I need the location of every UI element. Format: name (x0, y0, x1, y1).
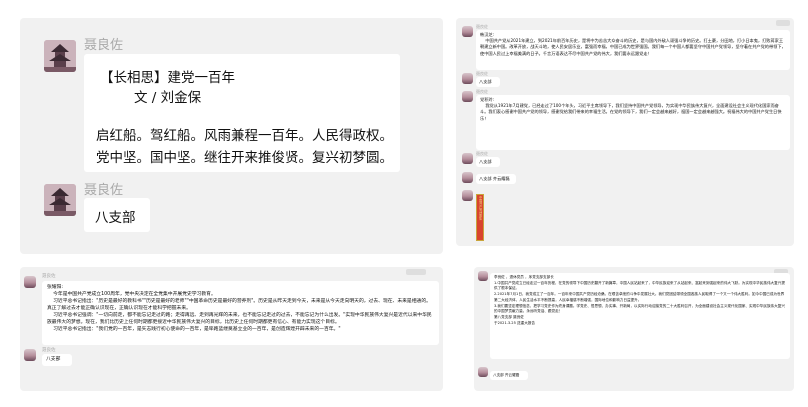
message-bubble[interactable]: 八支部 齐云耀磊 (476, 174, 516, 184)
sender-avatar (462, 73, 473, 84)
message-bubble[interactable]: 党积玲: 我党从1921年7月建党，已经走过了100个年头，习近平主席领导下，我… (476, 95, 790, 150)
pagoda-avatar-icon (44, 184, 76, 216)
sender-avatar (24, 349, 36, 361)
sender-name: 聂良佐 (84, 183, 124, 198)
scrollbar[interactable] (406, 269, 426, 275)
message-bubble[interactable]: 八支部 (476, 77, 500, 87)
poster-image-card[interactable]: 中国共产党诗歌集 (476, 194, 484, 241)
message-bubble[interactable]: 八支部 (476, 157, 500, 167)
sender-name: 聂良佐 (84, 38, 124, 53)
poem-line-1: 启红船。驾红船。风雨兼程一百年。人民得政权。 (96, 128, 393, 144)
sender-avatar (478, 271, 488, 281)
scrollbar[interactable] (776, 20, 790, 26)
sender-name: 聂良佐 (42, 348, 56, 353)
pagoda-avatar-icon (44, 40, 76, 72)
sender-avatar[interactable] (44, 184, 76, 216)
sender-avatar (462, 172, 473, 183)
reply-text: 八支部 (95, 210, 136, 226)
poem-message-bubble[interactable]: 【长相思】建党一百年 文 / 刘金保 启红船。驾红船。风雨兼程一百年。人民得政权… (84, 54, 400, 172)
poem-author: 文 / 刘金保 (134, 90, 202, 106)
poem-title: 【长相思】建党一百年 (100, 70, 235, 86)
sender-avatar (462, 26, 473, 37)
sender-name: 聂良佐 (42, 274, 56, 279)
chat-thumbnail-top-right: 聂良佐 韩汉芝: 中国共产党从2021年建立，到2021年前百年历史，是将中为苦… (456, 18, 794, 246)
sender-avatar (462, 190, 473, 201)
message-bubble[interactable]: 八支部 (42, 354, 72, 366)
chat-thumbnail-bottom-left: 聂良佐 张耀阳: 今年是中国共产党成立100周年，党中央决定在全党集中开展党史学… (20, 267, 443, 391)
message-bubble[interactable]: 韩汉芝: 中国共产党从2021年建立，到2021年前百年历史，是将中为苦苦大众奋… (476, 30, 790, 70)
poster-card-text: 中国共产党诗歌集 (478, 196, 483, 220)
sender-avatar (462, 91, 473, 102)
sender-avatar[interactable] (44, 40, 76, 72)
reply-message-bubble[interactable]: 八支部 (84, 198, 150, 232)
sender-avatar (478, 367, 488, 377)
message-bubble[interactable]: 张耀阳: 今年是中国共产党成立100周年，党中央决定在全党集中开展党史学习教育。… (42, 281, 439, 345)
chat-thumbnail-bottom-right: 李良佐 ，退休党员 ，序党支部支部长 1.中国共产党成立已经走过一百年历程，在党… (474, 267, 794, 391)
message-bubble[interactable]: 李良佐 ，退休党员 ，序党支部支部长 1.中国共产党成立已经走过一百年历程，在党… (490, 273, 790, 359)
sender-avatar (462, 153, 473, 164)
sender-avatar (24, 276, 36, 288)
poem-line-2: 党中坚。国中坚。继往开来推俊贤。复兴初梦圆。 (96, 150, 393, 166)
main-chat-panel: 聂良佐 【长相思】建党一百年 文 / 刘金保 启红船。驾红船。风雨兼程一百年。人… (20, 18, 443, 254)
message-bubble[interactable]: 八支部 齐云耀磊 (490, 371, 528, 380)
